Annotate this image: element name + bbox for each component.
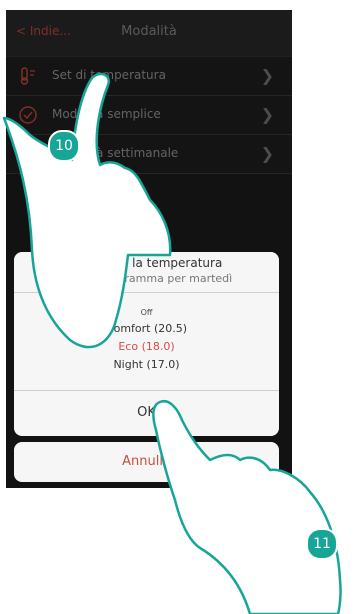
ok-button[interactable]: OK [14,390,279,436]
dialog-subtitle: Nuovo programma per martedì [60,272,233,285]
cancel-button[interactable]: Annulla [14,442,279,482]
option-eco-selected[interactable]: Eco (18.0) [14,340,279,353]
option-night[interactable]: Night (17.0) [14,358,279,371]
temperature-picker-dialog: Seleziona la temperatura Nuovo programma… [14,252,279,436]
divider [14,292,279,293]
dialog-title: Seleziona la temperatura [70,256,223,270]
option-comfort[interactable]: Comfort (20.5) [14,322,279,335]
step-badge-10: 10 [48,130,80,162]
option-off[interactable]: Off [14,308,279,317]
step-badge-11: 11 [306,528,338,560]
